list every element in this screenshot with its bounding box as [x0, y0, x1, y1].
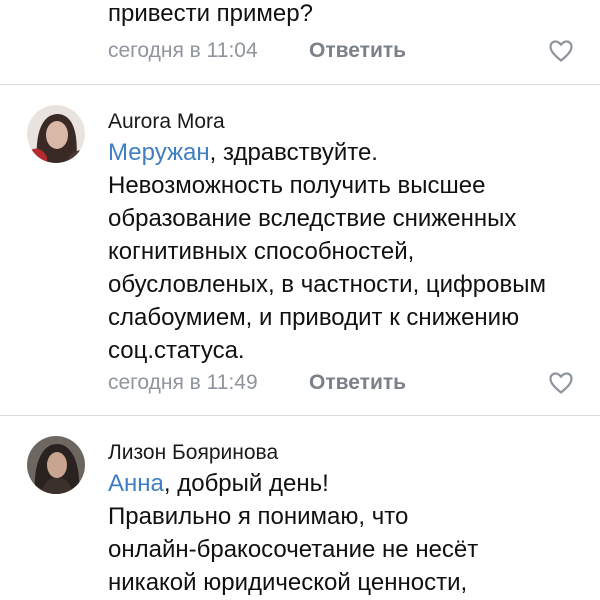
comment-item: привести пример? сегодня в 11:04 Ответит…: [0, 0, 600, 84]
avatar[interactable]: [27, 436, 85, 494]
reply-button[interactable]: Ответить: [309, 39, 406, 63]
comment-text-line: Меружан, здравствуйте.: [108, 136, 588, 169]
comment-text-line: Невозможность получить высшее: [108, 172, 486, 199]
avatar-image: [27, 105, 85, 163]
comment-text-line: образование вследствие сниженных: [108, 205, 517, 232]
comment-author[interactable]: Aurora Mora: [108, 110, 225, 134]
greeting-text: , здравствуйте.: [209, 139, 378, 166]
heart-outline-icon: [549, 40, 573, 62]
avatar[interactable]: [27, 105, 85, 163]
avatar-image: [27, 436, 85, 494]
comment-text-line: Анна, добрый день!: [108, 467, 588, 500]
comment-timestamp: сегодня в 11:04: [108, 39, 258, 62]
comment-text-line: онлайн-бракосочетание не несёт: [108, 536, 479, 563]
comment-text-line: соц.статуса.: [108, 337, 245, 364]
comment-text-line: обусловленых, в частности, цифровым: [108, 271, 546, 298]
mention-link[interactable]: Меружан: [108, 139, 210, 166]
comment-text-line: когнитивных способностей,: [108, 238, 415, 265]
comment-item: Aurora Mora Меружан, здравствуйте. Невоз…: [0, 85, 600, 415]
greeting-text: , добрый день!: [163, 470, 329, 497]
comment-timestamp: сегодня в 11:49: [108, 371, 258, 394]
comment-text-line: никакой юридической ценности,: [108, 569, 468, 596]
comment-text: Анна, добрый день! Правильно я понимаю, …: [108, 467, 588, 599]
reply-button[interactable]: Ответить: [309, 371, 406, 395]
comment-item: Лизон Бояринова Анна, добрый день! Прави…: [0, 416, 600, 600]
comment-text: привести пример?: [108, 0, 588, 30]
comment-author[interactable]: Лизон Бояринова: [108, 441, 278, 465]
comment-text-line: Правильно я понимаю, что: [108, 503, 409, 530]
comment-text-line: слабоумием, и приводит к снижению: [108, 304, 520, 331]
like-button[interactable]: [548, 371, 574, 395]
like-button[interactable]: [548, 39, 574, 63]
mention-link[interactable]: Анна: [108, 470, 164, 497]
heart-outline-icon: [549, 372, 573, 394]
comment-text: Меружан, здравствуйте. Невозможность пол…: [108, 136, 588, 367]
comment-text-line: привести пример?: [108, 0, 313, 27]
